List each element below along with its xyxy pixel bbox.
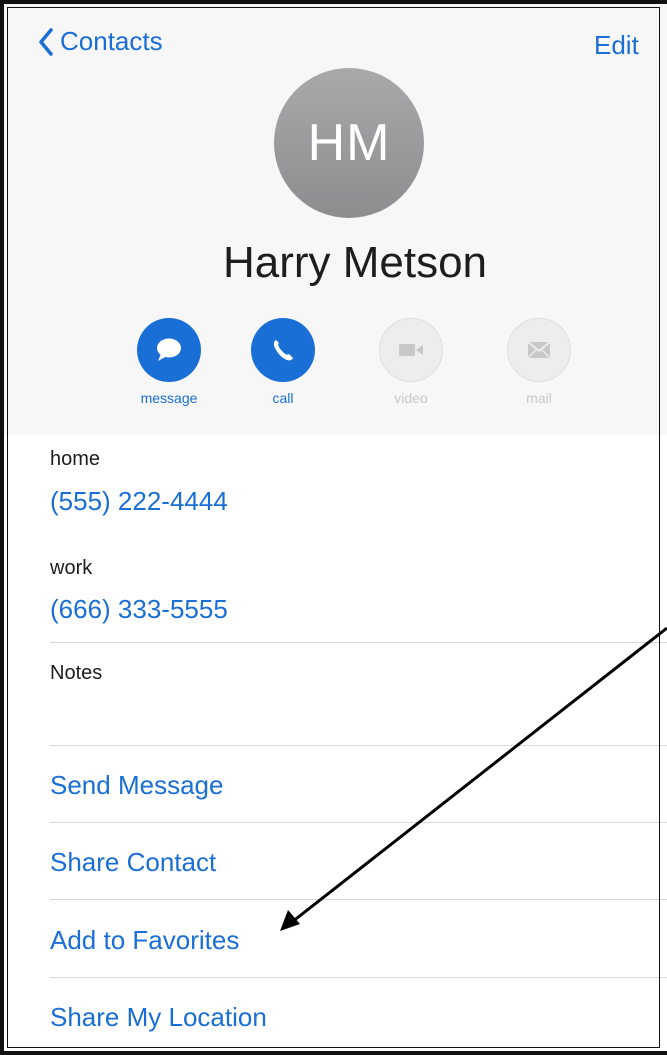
mail-button[interactable]: mail [484,318,594,406]
send-message-button[interactable]: Send Message [50,770,223,801]
share-contact-button[interactable]: Share Contact [50,847,216,878]
call-label: call [272,390,294,406]
chevron-left-icon [39,27,53,56]
divider [50,822,667,823]
divider [50,1052,667,1053]
quick-actions: message call video mail [0,318,667,418]
envelope-icon [527,341,551,359]
divider [50,642,667,643]
phone-label-home: home [50,448,101,470]
back-button[interactable]: Contacts [38,26,163,57]
phone-number-home[interactable]: (555) 222-4444 [50,486,228,517]
phone-icon [273,340,293,361]
video-label: video [394,390,428,406]
phone-number-work[interactable]: (666) 333-5555 [50,594,228,625]
mail-label: mail [526,390,552,406]
phone-label-work: work [50,557,93,579]
video-camera-icon [399,344,423,356]
share-my-location-button[interactable]: Share My Location [50,1002,267,1033]
message-label: message [140,390,198,406]
message-bubble-icon [157,338,181,361]
divider [50,745,667,746]
divider [50,899,667,900]
avatar-initials: HM [307,114,391,172]
avatar: HM [274,68,424,218]
back-label: Contacts [60,26,163,56]
notes-field[interactable]: Notes [50,662,102,685]
message-button[interactable]: message [114,318,224,406]
divider [50,977,667,978]
call-button[interactable]: call [228,318,338,406]
video-button[interactable]: video [356,318,466,406]
contact-name: Harry Metson [222,238,488,287]
edit-button[interactable]: Edit [594,30,639,61]
add-to-favorites-button[interactable]: Add to Favorites [50,925,239,956]
